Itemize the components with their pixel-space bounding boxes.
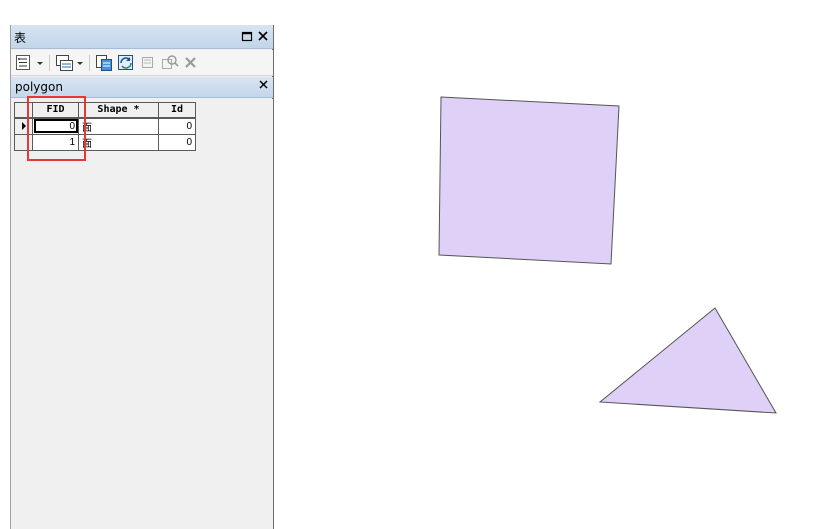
cell-fid[interactable]: 0 [32, 117, 79, 135]
column-header-id[interactable]: Id [158, 102, 196, 119]
delete-selected-icon[interactable] [183, 54, 199, 72]
table-toolbar [11, 50, 273, 76]
tab-close-icon[interactable] [258, 79, 269, 94]
map-svg [438, 96, 777, 414]
table-tab-bar: polygon [11, 77, 273, 98]
cell-shape[interactable]: 面 [78, 117, 159, 135]
table-window-title-bar[interactable]: 表 [11, 25, 273, 49]
cell-fid[interactable]: 1 [32, 133, 79, 151]
cell-shape[interactable]: 面 [78, 133, 159, 151]
cell-id[interactable]: 0 [158, 133, 196, 151]
row-selector[interactable] [14, 133, 33, 151]
window-title: 表 [14, 31, 27, 45]
toolbar-separator [49, 55, 50, 71]
app-root: 表 polygon FID Shape * Id 0 面 0 1 面 0 [0, 0, 834, 529]
table-header-row: FID Shape * Id [14, 102, 196, 119]
toolbar-separator [89, 55, 90, 71]
polygon-feature-1[interactable] [598, 307, 777, 414]
current-row-arrow-icon [22, 122, 26, 130]
close-icon[interactable] [256, 30, 270, 44]
tab-polygon[interactable]: polygon [15, 80, 63, 94]
table-window: 表 polygon FID Shape * Id 0 面 0 1 面 0 [10, 25, 274, 529]
table-row[interactable]: 0 面 0 [14, 117, 196, 135]
clear-selection-icon[interactable] [141, 54, 155, 72]
column-header-fid[interactable]: FID [32, 102, 79, 119]
switch-selection-icon[interactable] [117, 54, 135, 72]
row-selector-header[interactable] [14, 102, 33, 119]
zoom-to-selected-icon[interactable] [161, 54, 179, 72]
map-canvas[interactable] [276, 0, 834, 529]
table-options-icon[interactable] [15, 54, 45, 72]
table-row[interactable]: 1 面 0 [14, 133, 196, 151]
attribute-table: FID Shape * Id 0 面 0 1 面 0 [14, 102, 196, 151]
restore-icon[interactable] [240, 30, 254, 44]
polygon-feature-0[interactable] [438, 96, 620, 265]
select-by-attributes-icon[interactable] [95, 54, 113, 72]
cell-id[interactable]: 0 [158, 117, 196, 135]
column-header-shape[interactable]: Shape * [78, 102, 159, 119]
related-tables-icon[interactable] [55, 54, 85, 72]
row-selector[interactable] [14, 117, 33, 135]
attribute-grid-area: FID Shape * Id 0 面 0 1 面 0 [11, 99, 273, 529]
